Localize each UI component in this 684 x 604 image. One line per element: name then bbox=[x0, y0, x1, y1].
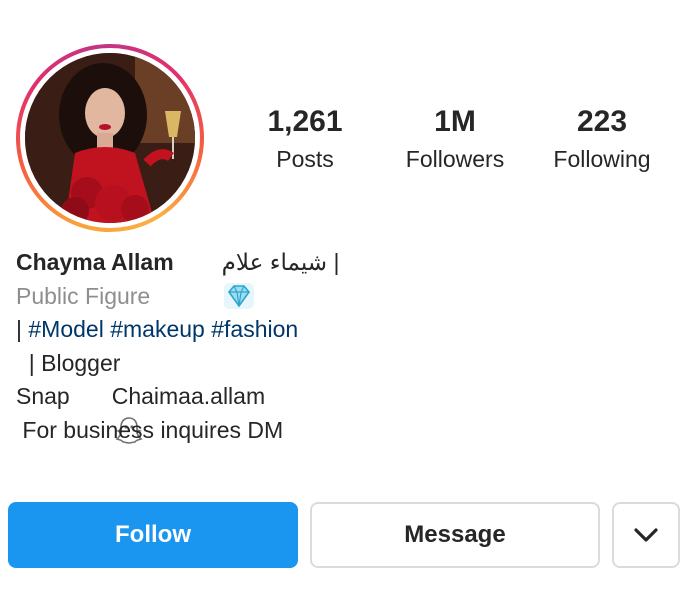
bio-business-text: For business inquires DM bbox=[16, 416, 284, 443]
following-label: Following bbox=[553, 146, 651, 172]
avatar-ring-gap bbox=[20, 48, 200, 228]
follow-button[interactable]: Follow bbox=[8, 502, 298, 568]
snapchat-ghost-icon bbox=[76, 382, 143, 445]
profile-photo-icon bbox=[25, 53, 195, 223]
stat-posts[interactable]: 1,261 Posts bbox=[254, 104, 356, 174]
profile-name: Chayma Allam bbox=[16, 249, 174, 275]
posts-label: Posts bbox=[276, 146, 334, 172]
bio-blogger-line: | Blogger bbox=[16, 347, 656, 381]
hashtag-model[interactable]: #Model bbox=[28, 313, 103, 347]
hashtag-fashion[interactable]: #fashion bbox=[211, 313, 298, 347]
avatar[interactable] bbox=[25, 53, 195, 223]
profile-category: Public Figure bbox=[16, 282, 151, 309]
bio-business-line: For business inquires DM bbox=[16, 414, 656, 448]
suggested-accounts-button[interactable] bbox=[612, 502, 680, 568]
bio-snap-line: Snap Chaimaa.allam bbox=[16, 380, 656, 445]
stat-followers[interactable]: 1M Followers bbox=[396, 104, 514, 174]
bio-category-line: Public Figure bbox=[16, 280, 656, 314]
message-button-label: Message bbox=[404, 521, 506, 548]
diamond-icon bbox=[186, 250, 254, 310]
snap-handle: Chaimaa.allam bbox=[111, 383, 266, 409]
bio-tags-line: | #Model #makeup #fashion bbox=[16, 313, 656, 347]
profile-bio: Chayma Allam | شيماء علام Public Figure … bbox=[16, 246, 656, 447]
follow-button-label: Follow bbox=[115, 521, 191, 548]
bio-blogger-text: | Blogger bbox=[16, 349, 121, 376]
followers-count: 1M bbox=[434, 105, 476, 138]
profile-name-arabic: | شيماء علام bbox=[221, 249, 340, 275]
following-count: 223 bbox=[576, 105, 628, 138]
chevron-down-icon bbox=[634, 528, 658, 542]
avatar-story-ring[interactable] bbox=[16, 44, 204, 232]
hashtag-makeup[interactable]: #makeup bbox=[110, 313, 205, 347]
posts-count: 1,261 bbox=[267, 105, 343, 138]
stat-following[interactable]: 223 Following bbox=[540, 104, 664, 174]
tags-prefix: | bbox=[16, 316, 29, 342]
bio-name-line: Chayma Allam | شيماء علام bbox=[16, 246, 656, 310]
followers-label: Followers bbox=[405, 146, 505, 172]
snap-label: Snap bbox=[16, 383, 70, 409]
message-button[interactable]: Message bbox=[310, 502, 600, 568]
